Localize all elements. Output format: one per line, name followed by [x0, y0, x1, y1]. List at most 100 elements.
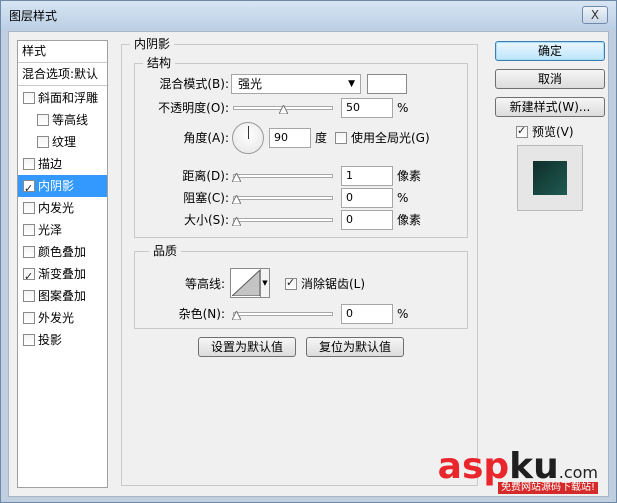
distance-slider[interactable]: [232, 171, 333, 182]
cancel-button[interactable]: 取消: [495, 69, 605, 89]
style-item-label: 图案叠加: [38, 289, 87, 303]
opacity-unit: %: [397, 101, 409, 115]
use-global-light-label: 使用全局光(G): [351, 131, 430, 145]
style-item-label: 光泽: [38, 223, 63, 237]
opacity-label: 不透明度(O):: [158, 101, 229, 115]
style-item[interactable]: 外发光: [18, 307, 107, 329]
choke-slider[interactable]: [232, 193, 333, 204]
style-item-checkbox[interactable]: [37, 136, 49, 148]
quality-title: 品质: [149, 244, 182, 258]
angle-input[interactable]: 90: [269, 128, 311, 148]
watermark-tagline: 免费网站源码下载站!: [497, 482, 598, 494]
style-item-checkbox[interactable]: [23, 158, 35, 170]
choke-input[interactable]: 0: [341, 188, 393, 208]
blending-options-item[interactable]: 混合选项:默认: [18, 64, 107, 86]
size-input[interactable]: 0: [341, 210, 393, 230]
choke-unit: %: [397, 191, 409, 205]
style-item-label: 纹理: [52, 135, 77, 149]
blend-mode-select[interactable]: 强光 ▼: [231, 74, 361, 94]
angle-dial[interactable]: [232, 122, 264, 154]
style-item[interactable]: 图案叠加: [18, 285, 107, 307]
anti-alias-checkbox[interactable]: [285, 276, 297, 290]
distance-slider-track: [233, 174, 333, 178]
style-item[interactable]: 渐变叠加: [18, 263, 107, 288]
style-item-label: 内阴影: [38, 179, 75, 193]
style-item[interactable]: 光泽: [18, 219, 107, 241]
preview-label: 预览(V): [532, 125, 574, 139]
layer-style-dialog: 图层样式 X 样式 混合选项:默认 斜面和浮雕等高线纹理描边内阴影内发光光泽颜色…: [0, 0, 617, 503]
style-item-label: 颜色叠加: [38, 245, 87, 259]
style-item-checkbox[interactable]: [23, 246, 35, 258]
opacity-input[interactable]: 50: [341, 98, 393, 118]
distance-input[interactable]: 1: [341, 166, 393, 186]
style-item[interactable]: 颜色叠加: [18, 241, 107, 263]
size-slider[interactable]: [232, 215, 333, 226]
new-style-button[interactable]: 新建样式(W)...: [495, 97, 605, 117]
style-item-checkbox[interactable]: [23, 224, 35, 236]
ok-button[interactable]: 确定: [495, 41, 605, 61]
contour-picker[interactable]: ▼: [230, 268, 270, 298]
distance-label: 距离(D):: [182, 169, 229, 183]
shadow-color-swatch[interactable]: [367, 74, 407, 94]
style-item[interactable]: 等高线: [18, 109, 107, 131]
noise-unit: %: [397, 307, 409, 321]
watermark-logo: aspku.com 免费网站源码下载站!: [437, 446, 598, 494]
make-default-button[interactable]: 设置为默认值: [198, 337, 296, 357]
noise-slider-track: [233, 312, 333, 316]
size-unit: 像素: [397, 213, 422, 227]
watermark-asp: asp: [437, 446, 510, 487]
blend-mode-label: 混合模式(B):: [159, 77, 229, 91]
title-bar[interactable]: 图层样式 X: [1, 1, 616, 29]
style-item-checkbox[interactable]: [23, 202, 35, 214]
style-item-checkbox[interactable]: [23, 266, 35, 288]
style-item-checkbox[interactable]: [23, 290, 35, 302]
style-item[interactable]: 斜面和浮雕: [18, 87, 107, 109]
noise-input[interactable]: 0: [341, 304, 393, 324]
style-item-label: 等高线: [52, 113, 89, 127]
size-slider-track: [233, 218, 333, 222]
structure-title: 结构: [143, 56, 176, 70]
contour-preview-icon: [232, 270, 260, 296]
style-item[interactable]: 纹理: [18, 131, 107, 153]
noise-slider[interactable]: [232, 309, 333, 320]
contour-label: 等高线:: [184, 277, 225, 291]
style-item-checkbox[interactable]: [37, 114, 49, 126]
angle-needle: [248, 126, 249, 139]
distance-slider-thumb[interactable]: [232, 173, 241, 182]
dialog-client-area: 样式 混合选项:默认 斜面和浮雕等高线纹理描边内阴影内发光光泽颜色叠加渐变叠加图…: [8, 31, 609, 497]
watermark-ku: ku: [509, 446, 559, 487]
angle-unit: 度: [315, 131, 328, 145]
style-item[interactable]: 内发光: [18, 197, 107, 219]
contour-dropdown-arrow-icon[interactable]: ▼: [260, 269, 269, 297]
inner-shadow-title: 内阴影: [130, 37, 175, 51]
distance-unit: 像素: [397, 169, 422, 183]
use-global-light-checkbox[interactable]: [335, 132, 347, 144]
size-slider-thumb[interactable]: [232, 217, 241, 226]
style-item-checkbox[interactable]: [23, 312, 35, 324]
styles-list: 样式 混合选项:默认 斜面和浮雕等高线纹理描边内阴影内发光光泽颜色叠加渐变叠加图…: [17, 40, 108, 488]
style-item[interactable]: 内阴影: [18, 175, 107, 200]
style-item-checkbox[interactable]: [23, 334, 35, 346]
styles-list-header[interactable]: 样式: [18, 41, 107, 63]
style-item-label: 内发光: [38, 201, 75, 215]
noise-slider-thumb[interactable]: [232, 311, 241, 320]
noise-label: 杂色(N):: [178, 307, 225, 321]
window-title: 图层样式: [9, 9, 58, 23]
style-item[interactable]: 投影: [18, 329, 107, 351]
close-button[interactable]: X: [582, 6, 608, 24]
size-label: 大小(S):: [183, 213, 229, 227]
reset-default-button[interactable]: 复位为默认值: [306, 337, 404, 357]
anti-alias-label: 消除锯齿(L): [301, 277, 366, 291]
style-item-checkbox[interactable]: [23, 92, 35, 104]
style-item-label: 投影: [38, 333, 63, 347]
style-item-label: 描边: [38, 157, 63, 171]
choke-slider-thumb[interactable]: [232, 195, 241, 204]
style-item[interactable]: 描边: [18, 153, 107, 175]
opacity-slider[interactable]: [233, 103, 333, 114]
dropdown-arrow-icon: ▼: [348, 79, 355, 89]
preview-checkbox[interactable]: [516, 124, 528, 138]
opacity-slider-thumb[interactable]: [278, 105, 288, 114]
preview-swatch: [533, 161, 567, 195]
style-item-checkbox[interactable]: [23, 178, 35, 200]
choke-slider-track: [233, 196, 333, 200]
